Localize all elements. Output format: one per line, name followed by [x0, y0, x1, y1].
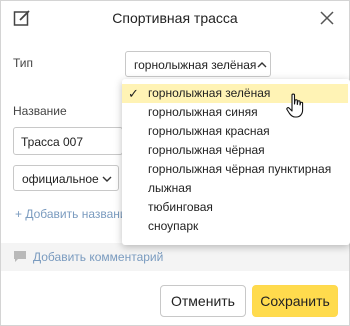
- dropdown-option[interactable]: горнолыжная чёрная: [122, 141, 348, 160]
- type-dropdown-menu: ✓ горнолыжная зелёная горнолыжная синяя …: [122, 79, 350, 245]
- name-label: Название: [13, 104, 67, 118]
- type-select[interactable]: горнолыжная зелёная: [125, 51, 271, 77]
- option-label: сноупарк: [148, 219, 199, 233]
- add-name-link[interactable]: + Добавить названи: [15, 207, 127, 221]
- name-input-value: Трасса 007: [21, 135, 84, 149]
- dropdown-option[interactable]: горнолыжная чёрная пунктирная: [122, 160, 348, 179]
- comment-icon: [14, 251, 26, 262]
- option-label: горнолыжная чёрная: [148, 143, 265, 157]
- chevron-up-icon: [257, 62, 267, 68]
- dialog-title: Спортивная трасса: [112, 10, 238, 26]
- close-icon[interactable]: [319, 10, 335, 26]
- option-label: горнолыжная зелёная: [148, 86, 271, 100]
- type-select-value: горнолыжная зелёная: [134, 58, 257, 72]
- option-label: горнолыжная синяя: [148, 105, 258, 119]
- chevron-down-icon: [102, 176, 112, 182]
- name-kind-select[interactable]: официальное: [13, 165, 119, 191]
- hand-cursor-icon: [286, 93, 304, 118]
- dropdown-option[interactable]: ✓ горнолыжная зелёная: [122, 84, 348, 103]
- add-comment-link[interactable]: Добавить комментарий: [33, 250, 163, 264]
- dropdown-option[interactable]: горнолыжная красная: [122, 122, 348, 141]
- option-label: горнолыжная чёрная пунктирная: [148, 162, 332, 176]
- cancel-button[interactable]: Отменить: [160, 285, 246, 317]
- save-button[interactable]: Сохранить: [252, 285, 338, 317]
- dropdown-option[interactable]: лыжная: [122, 179, 348, 198]
- dropdown-option[interactable]: горнолыжная синяя: [122, 103, 348, 122]
- option-label: тюбинговая: [148, 200, 213, 214]
- option-label: горнолыжная красная: [148, 124, 270, 138]
- dropdown-option[interactable]: тюбинговая: [122, 198, 348, 217]
- dialog-header: Спортивная трасса: [1, 1, 349, 35]
- name-input[interactable]: Трасса 007: [13, 127, 123, 155]
- name-kind-value: официальное: [22, 172, 99, 186]
- check-icon: ✓: [128, 86, 139, 101]
- type-label: Тип: [13, 56, 34, 70]
- dropdown-option[interactable]: сноупарк: [122, 217, 348, 236]
- option-label: лыжная: [148, 181, 192, 195]
